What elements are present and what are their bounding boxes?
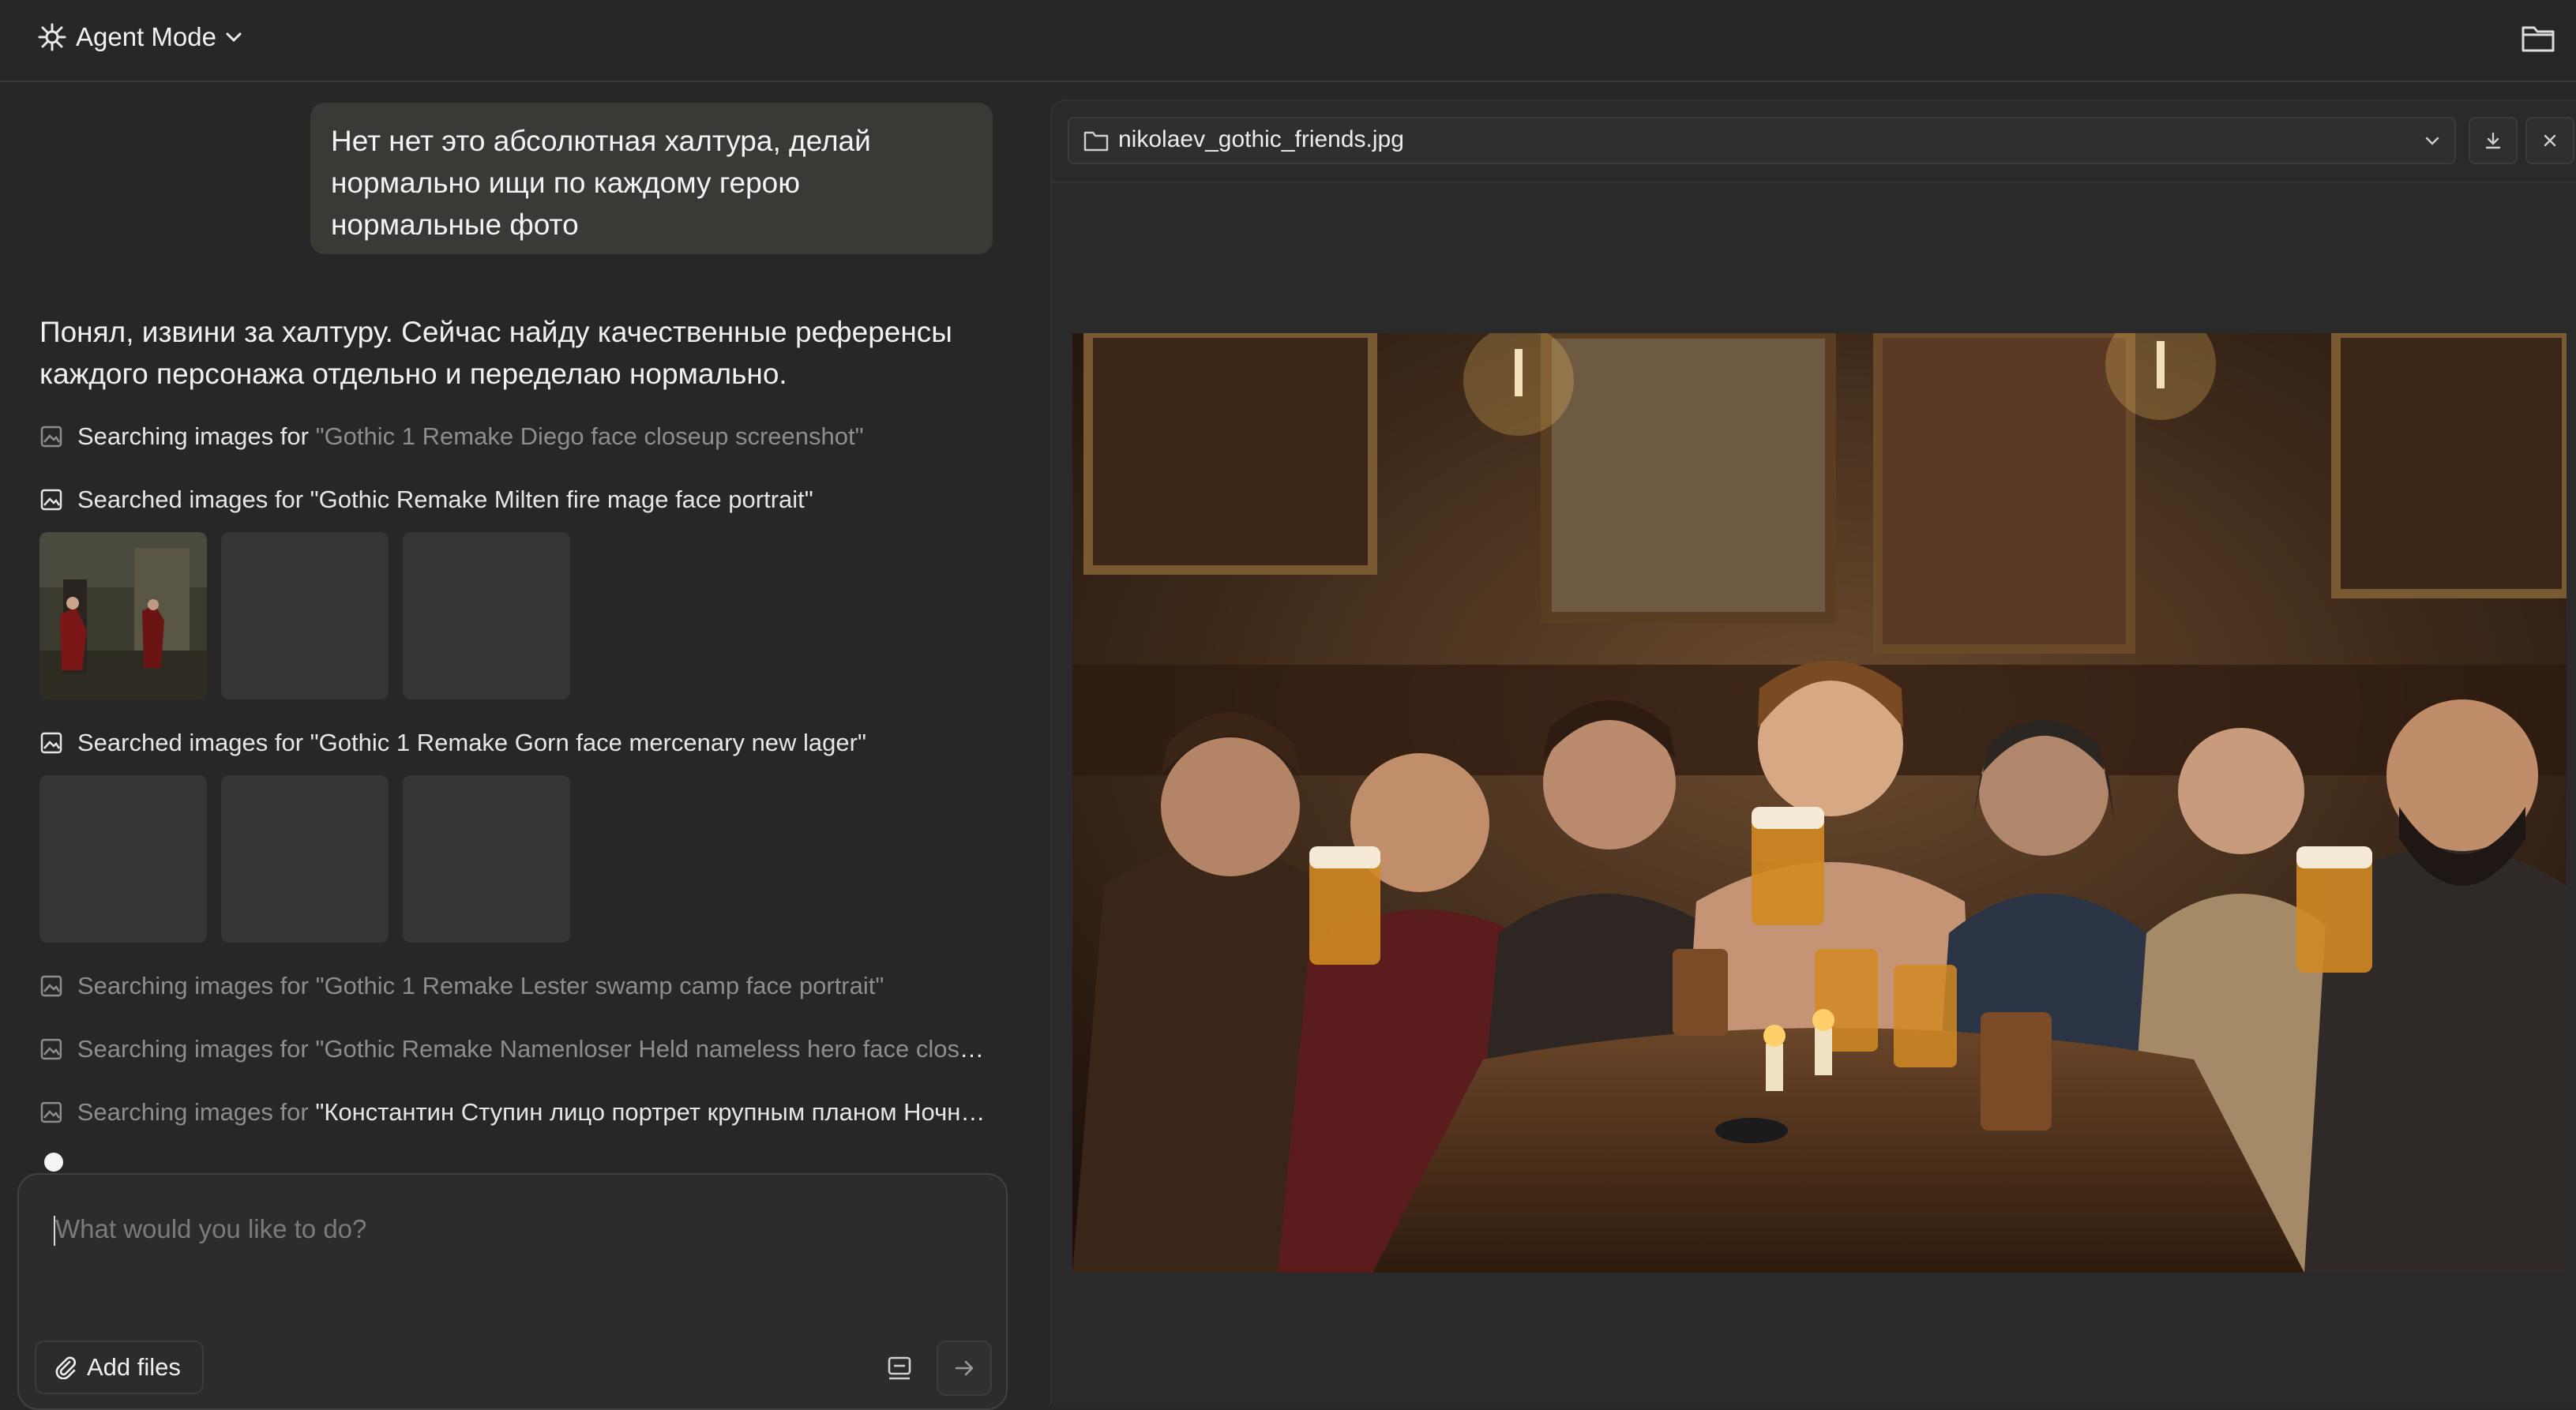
paperclip-icon [55, 1356, 76, 1379]
file-selector[interactable]: nikolaev_gothic_friends.jpg [1068, 117, 2456, 164]
image-result-placeholder [221, 532, 389, 699]
close-icon [2544, 134, 2556, 147]
search-query: "Gothic 1 Remake Lester swamp camp face … [315, 972, 884, 999]
download-icon [2485, 132, 2501, 149]
search-step: Searching images for "Константин Ступин … [39, 1096, 987, 1129]
search-status: Searched images for [77, 729, 304, 756]
assistant-message: Понял, извини за халтуру. Сейчас найду к… [39, 316, 952, 390]
image-search-icon [40, 975, 62, 997]
search-step: Searching images for "Gothic 1 Remake Di… [39, 420, 987, 453]
image-results [39, 775, 570, 943]
composer-placeholder[interactable]: What would you like to do? [55, 1214, 366, 1244]
image-search-icon [40, 732, 62, 754]
tavern-group-photo [1072, 333, 2567, 1273]
agent-mode-selector[interactable]: Agent Mode [36, 17, 243, 57]
search-query: "Константин Ступин лицо портрет крупным … [315, 1098, 987, 1126]
folder-icon[interactable] [2521, 22, 2555, 54]
image-search-icon [40, 489, 62, 511]
user-message: Нет нет это абсолютная халтура, делай но… [310, 103, 993, 254]
folder-icon [1083, 131, 1109, 152]
chevron-down-icon [226, 32, 242, 43]
search-status: Searching images for [77, 422, 309, 450]
image-result-placeholder [39, 775, 207, 943]
search-query: "Gothic 1 Remake Diego face closeup scre… [315, 422, 864, 450]
image-search-icon [40, 1038, 62, 1060]
top-bar: Agent Mode [0, 0, 2576, 82]
search-status: Searching images for [77, 972, 309, 999]
search-step: Searching images for "Gothic 1 Remake Le… [39, 969, 987, 1003]
search-status: Searching images for [77, 1035, 309, 1063]
search-step: Searching images for "Gothic Remake Name… [39, 1033, 987, 1066]
image-search-icon [40, 426, 62, 448]
search-step: Searched images for "Gothic 1 Remake Gor… [39, 726, 987, 759]
file-viewer-panel: nikolaev_gothic_friends.jpg [1050, 99, 2576, 1404]
search-status: Searching images for [77, 1098, 309, 1126]
send-button[interactable] [937, 1341, 992, 1396]
image-result-placeholder [403, 532, 570, 699]
image-search-icon [40, 1101, 62, 1123]
message-composer[interactable]: What would you like to do? Add files [17, 1173, 1008, 1410]
download-button[interactable] [2469, 117, 2518, 164]
file-name: nikolaev_gothic_friends.jpg [1118, 126, 1404, 152]
typing-indicator [44, 1153, 63, 1172]
search-query: "Gothic Remake Namenloser Held nameless … [315, 1035, 987, 1063]
voice-button[interactable] [872, 1341, 927, 1396]
sparkle-icon [38, 23, 66, 51]
agent-mode-label: Agent Mode [76, 22, 216, 51]
search-query: "Gothic Remake Milten fire mage face por… [310, 486, 813, 513]
search-step: Searched images for "Gothic Remake Milte… [39, 483, 987, 516]
add-files-button[interactable]: Add files [35, 1341, 204, 1394]
viewer-divider [1052, 182, 2576, 183]
voice-mode-icon [888, 1356, 911, 1380]
arrow-right-icon [955, 1360, 974, 1376]
image-result-thumbnail[interactable] [39, 532, 207, 699]
image-result-placeholder [221, 775, 389, 943]
image-results [39, 532, 570, 699]
add-files-label: Add files [87, 1353, 181, 1381]
image-result-placeholder [403, 775, 570, 943]
search-status: Searched images for [77, 486, 304, 513]
chevron-down-icon [2425, 137, 2439, 145]
search-query: "Gothic 1 Remake Gorn face mercenary new… [310, 729, 866, 756]
close-viewer-button[interactable] [2525, 117, 2574, 164]
